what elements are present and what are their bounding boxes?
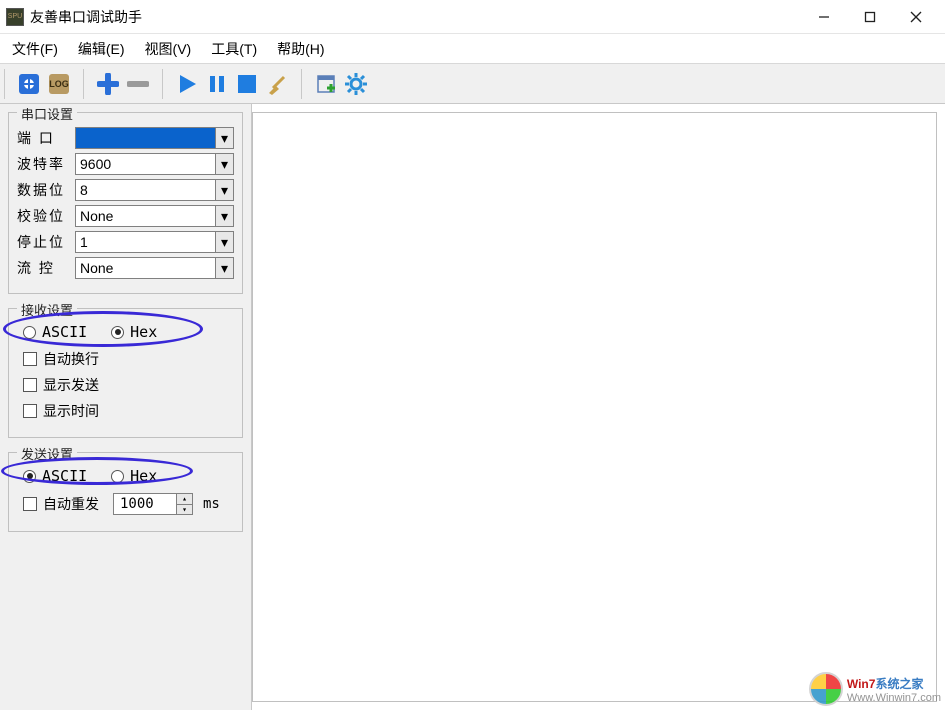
legend-port: 串口设置	[17, 104, 77, 123]
checkbox-icon	[23, 497, 37, 511]
pause-icon	[206, 73, 228, 95]
clear-icon	[236, 73, 258, 95]
label-port: 端 口	[17, 128, 75, 148]
checkbox-auto-resend-label: 自动重发	[43, 494, 99, 514]
newwindow-button[interactable]	[312, 70, 340, 98]
checkbox-wrap[interactable]: 自动换行	[23, 349, 234, 369]
combo-parity[interactable]: None ▾	[75, 205, 234, 227]
play-icon	[176, 73, 198, 95]
plus-icon	[97, 73, 119, 95]
group-send-settings: 发送设置 ASCII Hex 自动重发 1000 ▴▾ ms	[8, 452, 243, 532]
log-button[interactable]: LOG	[45, 70, 73, 98]
combo-stopbits-value: 1	[80, 234, 88, 250]
radio-send-ascii-label: ASCII	[42, 467, 87, 485]
chevron-down-icon: ▾	[215, 154, 233, 174]
pause-button[interactable]	[203, 70, 231, 98]
combo-flow-value: None	[80, 260, 113, 276]
new-window-icon	[315, 73, 337, 95]
connect-button[interactable]	[15, 70, 43, 98]
checkbox-icon	[23, 404, 37, 418]
radio-recv-ascii[interactable]: ASCII	[23, 323, 87, 341]
menu-help[interactable]: 帮助(H)	[269, 35, 332, 63]
remove-button[interactable]	[124, 70, 152, 98]
maximize-button[interactable]	[847, 2, 893, 32]
watermark-url: Www.Winwin7.com	[847, 692, 941, 704]
settings-button[interactable]	[342, 70, 370, 98]
watermark-logo-icon	[809, 672, 843, 706]
menu-view[interactable]: 视图(V)	[137, 35, 200, 63]
svg-text:LOG: LOG	[49, 79, 69, 89]
minus-icon	[127, 73, 149, 95]
menu-edit[interactable]: 编辑(E)	[70, 35, 133, 63]
spin-interval[interactable]: 1000 ▴▾	[113, 493, 193, 515]
combo-databits-value: 8	[80, 182, 88, 198]
menu-bar: 文件(F) 编辑(E) 视图(V) 工具(T) 帮助(H)	[0, 34, 945, 64]
spinner-arrows[interactable]: ▴▾	[176, 494, 192, 514]
radio-recv-hex-label: Hex	[130, 323, 157, 341]
checkbox-show-time-label: 显示时间	[43, 401, 99, 421]
window-title: 友善串口调试助手	[30, 7, 801, 27]
group-recv-settings: 接收设置 ASCII Hex 自动换行 显示发送	[8, 308, 243, 438]
chevron-down-icon: ▾	[215, 232, 233, 252]
label-stopbits: 停止位	[17, 232, 75, 252]
add-button[interactable]	[94, 70, 122, 98]
chevron-down-icon: ▾	[215, 180, 233, 200]
combo-databits[interactable]: 8 ▾	[75, 179, 234, 201]
checkbox-show-send[interactable]: 显示发送	[23, 375, 234, 395]
chevron-down-icon: ▾	[215, 206, 233, 226]
close-button[interactable]	[893, 2, 939, 32]
watermark-brand-prefix: Win	[847, 677, 869, 691]
label-baud: 波特率	[17, 154, 75, 174]
checkbox-show-time[interactable]: 显示时间	[23, 401, 234, 421]
radio-send-hex[interactable]: Hex	[111, 467, 157, 485]
minimize-button[interactable]	[801, 2, 847, 32]
output-area[interactable]	[252, 112, 937, 702]
checkbox-show-send-label: 显示发送	[43, 375, 99, 395]
legend-send: 发送设置	[17, 444, 77, 463]
label-parity: 校验位	[17, 206, 75, 226]
checkbox-icon	[23, 378, 37, 392]
label-databits: 数据位	[17, 180, 75, 200]
combo-parity-value: None	[80, 208, 113, 224]
combo-port[interactable]: ▾	[75, 127, 234, 149]
radio-icon	[111, 470, 124, 483]
legend-recv: 接收设置	[17, 300, 77, 319]
watermark: Win7系统之家 Www.Winwin7.com	[809, 672, 941, 706]
radio-send-hex-label: Hex	[130, 467, 157, 485]
app-icon: SPU	[6, 8, 24, 26]
combo-baud[interactable]: 9600 ▾	[75, 153, 234, 175]
radio-icon	[23, 470, 36, 483]
clean-button[interactable]	[263, 70, 291, 98]
combo-baud-value: 9600	[80, 156, 111, 172]
radio-send-ascii[interactable]: ASCII	[23, 467, 87, 485]
radio-recv-hex[interactable]: Hex	[111, 323, 157, 341]
log-icon: LOG	[47, 72, 71, 96]
connect-icon	[17, 72, 41, 96]
radio-icon	[111, 326, 124, 339]
checkbox-wrap-label: 自动换行	[43, 349, 99, 369]
gear-icon	[344, 72, 368, 96]
watermark-brand-suffix: 系统之家	[875, 677, 923, 691]
checkbox-auto-resend[interactable]: 自动重发 1000 ▴▾ ms	[23, 493, 234, 515]
radio-recv-ascii-label: ASCII	[42, 323, 87, 341]
combo-stopbits[interactable]: 1 ▾	[75, 231, 234, 253]
combo-flow[interactable]: None ▾	[75, 257, 234, 279]
broom-icon	[266, 73, 288, 95]
title-bar: SPU 友善串口调试助手	[0, 0, 945, 34]
menu-file[interactable]: 文件(F)	[4, 35, 66, 63]
checkbox-icon	[23, 352, 37, 366]
clear-button[interactable]	[233, 70, 261, 98]
unit-ms: ms	[203, 496, 220, 512]
radio-icon	[23, 326, 36, 339]
spin-interval-value: 1000	[120, 496, 154, 512]
chevron-down-icon: ▾	[215, 258, 233, 278]
group-port-settings: 串口设置 端 口 ▾ 波特率 9600 ▾ 数据位 8 ▾	[8, 112, 243, 294]
menu-tools[interactable]: 工具(T)	[203, 35, 265, 63]
sidebar: 串口设置 端 口 ▾ 波特率 9600 ▾ 数据位 8 ▾	[0, 104, 252, 710]
play-button[interactable]	[173, 70, 201, 98]
label-flow: 流 控	[17, 258, 75, 278]
toolbar: LOG	[0, 64, 945, 104]
chevron-down-icon: ▾	[215, 128, 233, 148]
